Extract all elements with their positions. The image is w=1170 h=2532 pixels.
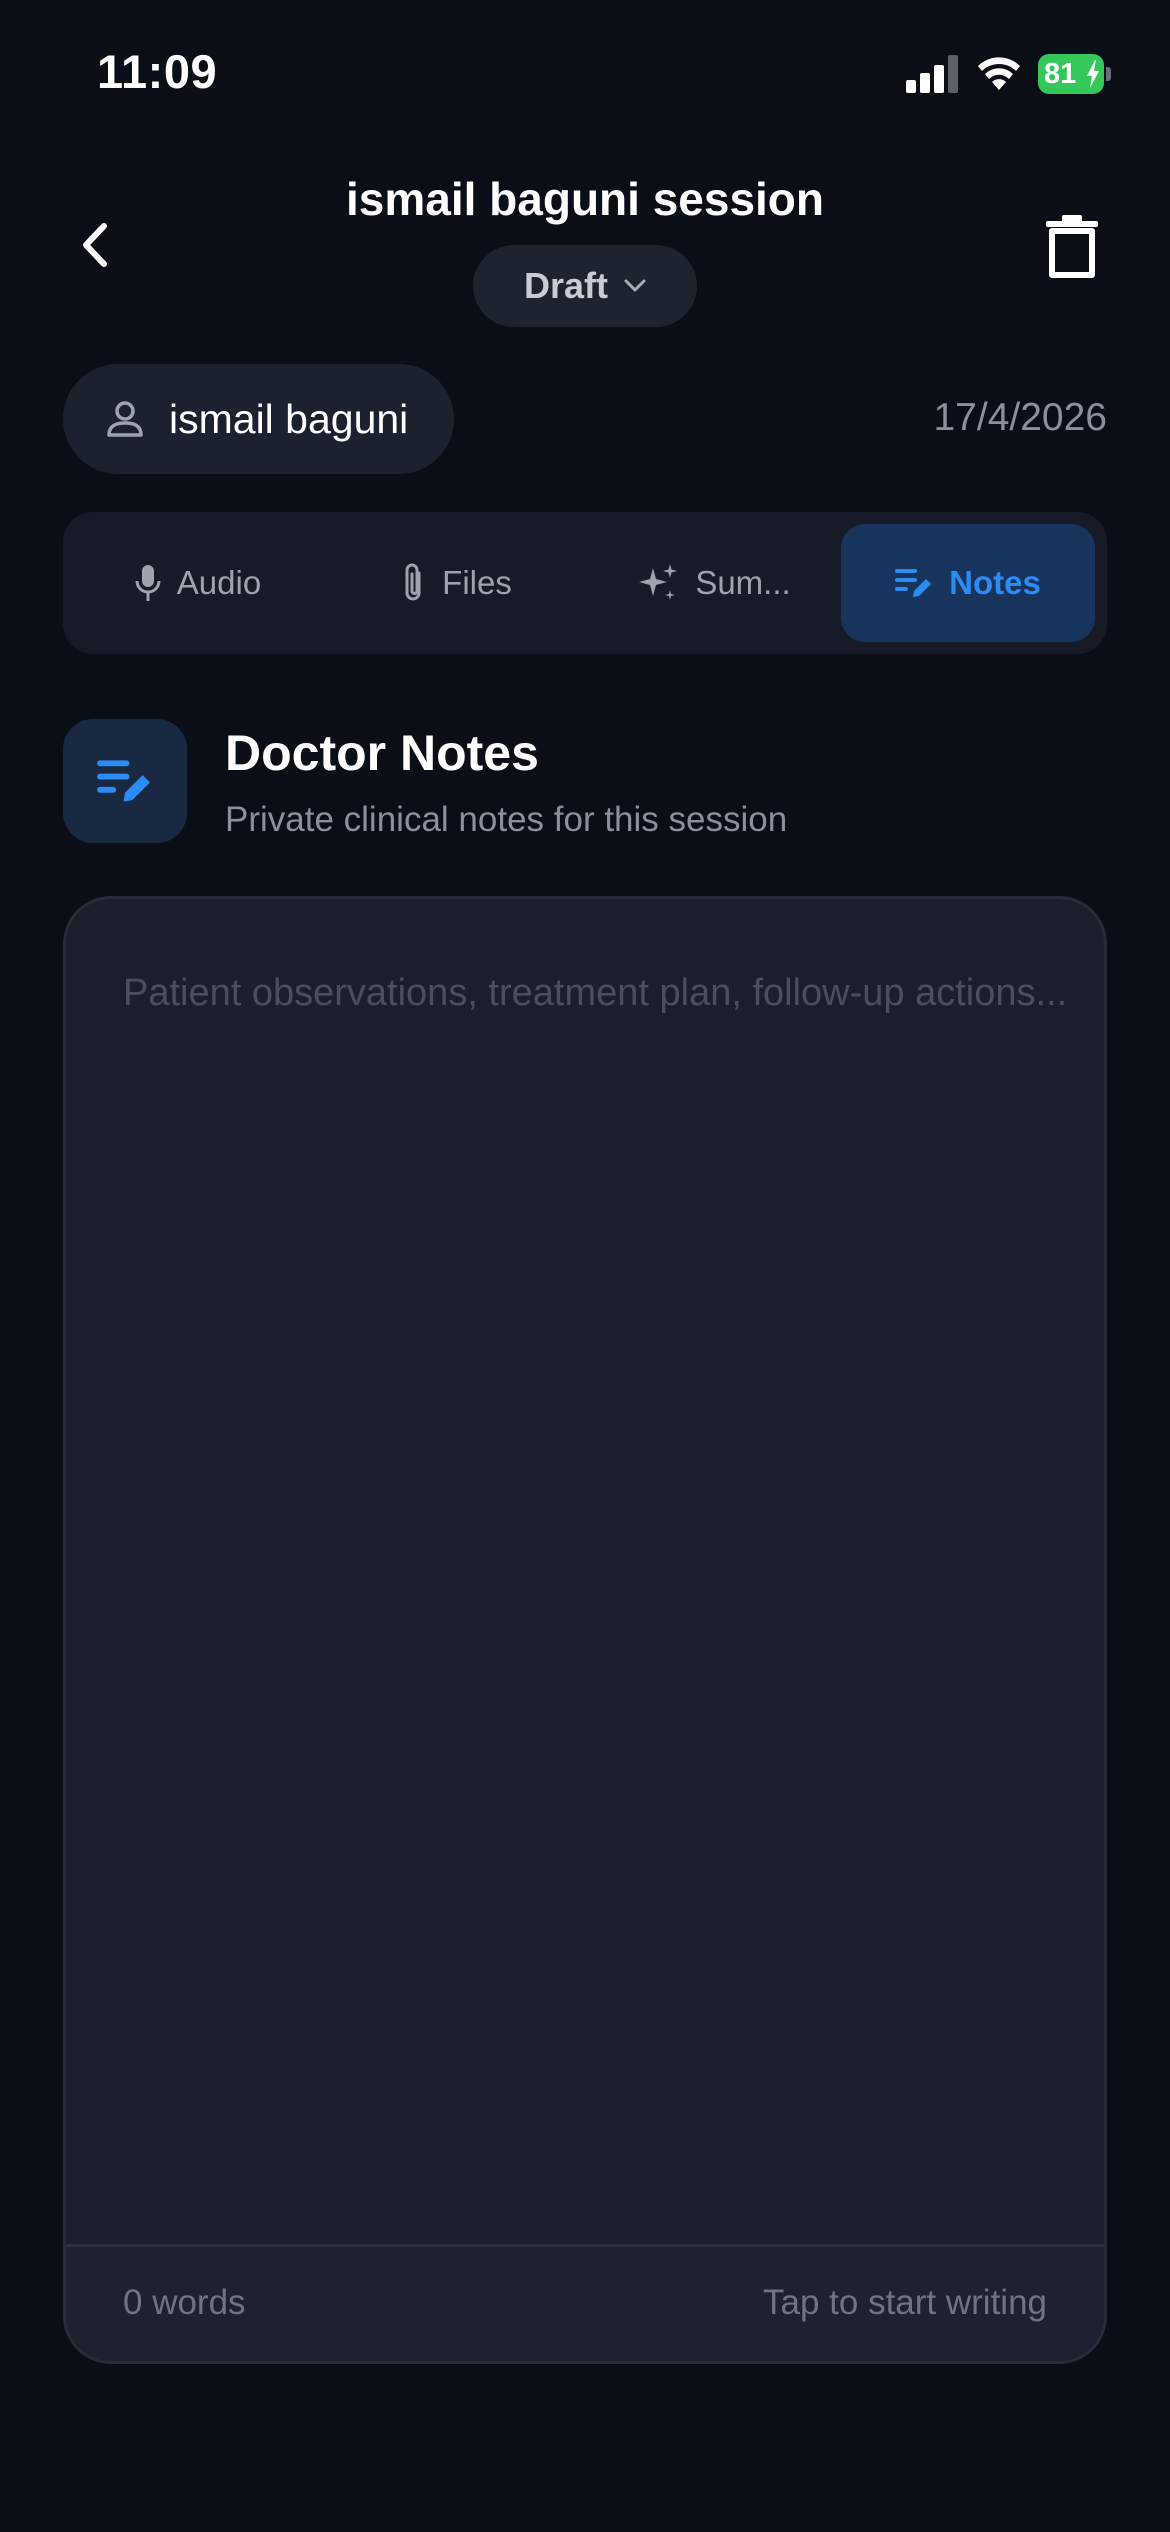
- battery-tip: [1106, 67, 1111, 81]
- wifi-icon: [978, 57, 1020, 90]
- doctor-notes-icon-tile: [63, 719, 187, 843]
- session-notes-screen: 11:09 81 ismail baguni session Draft ism…: [0, 0, 1170, 2532]
- notes-textarea[interactable]: [123, 959, 1073, 2179]
- trash-icon[interactable]: [1042, 215, 1102, 279]
- charging-bolt-icon: [1087, 60, 1099, 88]
- paperclip-icon: [405, 563, 421, 601]
- chevron-left-icon: [83, 223, 107, 267]
- patient-name: ismail baguni: [169, 395, 409, 442]
- battery-icon: 81: [1038, 54, 1111, 94]
- tab-summary-label: Sum...: [695, 564, 791, 601]
- tab-summary[interactable]: Sum...: [591, 524, 837, 642]
- patient-chip[interactable]: ismail baguni: [63, 364, 454, 474]
- status-label: Draft: [523, 265, 608, 306]
- tab-audio-label: Audio: [176, 564, 262, 601]
- page-title: ismail baguni session: [345, 173, 825, 225]
- section-title: Doctor Notes: [225, 725, 539, 781]
- notes-edit-icon: [97, 760, 150, 802]
- tab-files-label: Files: [442, 564, 512, 601]
- signal-icon: [906, 55, 960, 93]
- tab-notes[interactable]: Notes: [841, 524, 1095, 642]
- person-icon: [107, 401, 143, 437]
- chevron-down-icon: [624, 279, 646, 292]
- sparkles-icon: [639, 564, 678, 600]
- notes-editor-card: 0 words Tap to start writing: [63, 896, 1107, 2364]
- tab-notes-label: Notes: [949, 564, 1041, 601]
- tab-files[interactable]: Files: [333, 524, 579, 642]
- tab-audio[interactable]: Audio: [75, 524, 321, 642]
- notes-edit-icon: [895, 569, 932, 597]
- write-hint: Tap to start writing: [763, 2283, 1047, 2322]
- microphone-icon: [135, 565, 161, 601]
- status-dropdown[interactable]: Draft: [473, 245, 697, 327]
- status-time: 11:09: [97, 45, 218, 98]
- session-date: 17/4/2026: [933, 396, 1107, 439]
- tab-bar: Audio Files Sum... Notes: [63, 512, 1107, 654]
- word-count: 0 words: [123, 2283, 246, 2322]
- section-subtitle: Private clinical notes for this session: [225, 800, 788, 839]
- editor-footer: 0 words Tap to start writing: [66, 2244, 1104, 2361]
